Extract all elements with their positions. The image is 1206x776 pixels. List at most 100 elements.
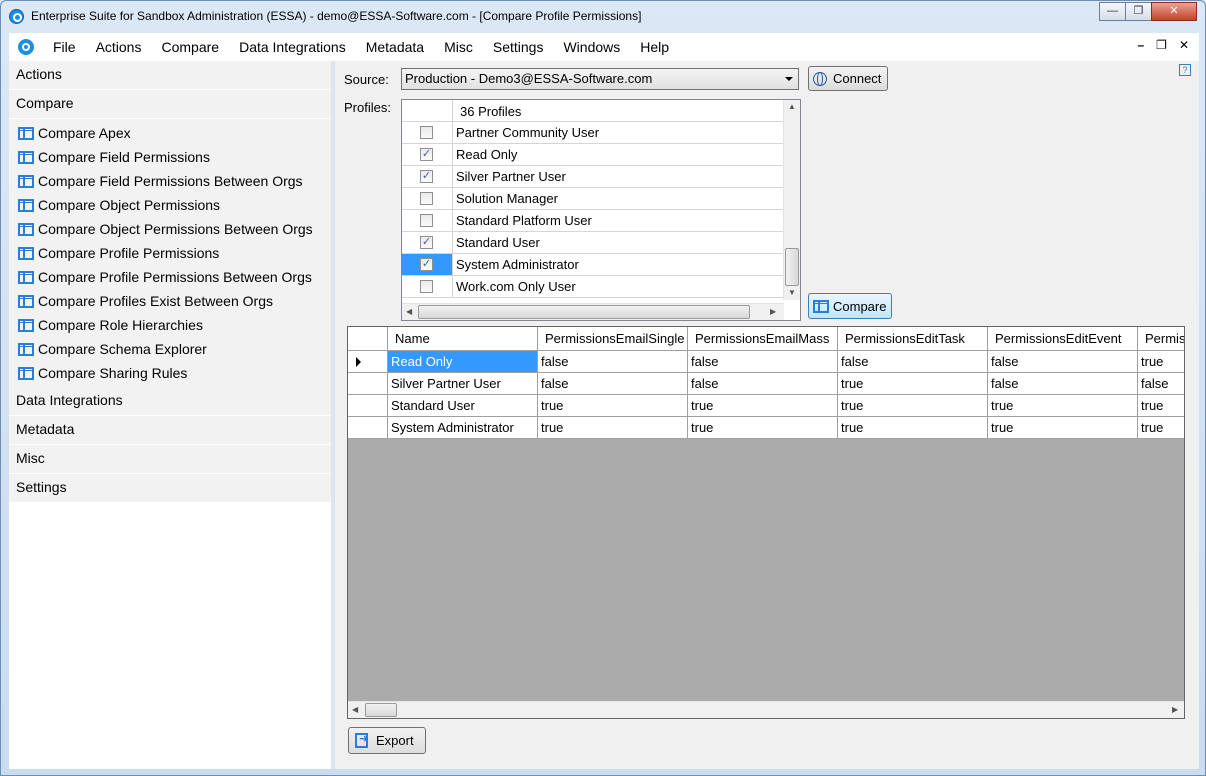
profiles-vertical-scrollbar[interactable]: ▲ ▼ [783, 100, 800, 300]
scrollbar-thumb[interactable] [365, 703, 397, 717]
sidebar-item-compare-sharing-rules[interactable]: Compare Sharing Rules [9, 361, 331, 385]
sidebar-item-compare-object-permissions[interactable]: Compare Object Permissions [9, 193, 331, 217]
compare-button[interactable]: Compare [808, 293, 892, 319]
menu-misc[interactable]: Misc [434, 39, 483, 55]
grid-cell[interactable]: false [688, 373, 838, 395]
sidebar-item-compare-profile-permissions-between-orgs[interactable]: Compare Profile Permissions Between Orgs [9, 265, 331, 289]
sidebar-section-data-integrations[interactable]: Data Integrations [9, 387, 331, 416]
mdi-restore-icon[interactable]: ❐ [1156, 38, 1167, 52]
results-horizontal-scrollbar[interactable]: ◀ ▶ [348, 701, 1184, 718]
scroll-left-icon[interactable]: ◀ [352, 705, 358, 714]
menu-actions[interactable]: Actions [86, 39, 152, 55]
grid-cell[interactable]: false [988, 351, 1138, 373]
sidebar-item-compare-field-permissions-between-orgs[interactable]: Compare Field Permissions Between Orgs [9, 169, 331, 193]
sidebar-section-metadata[interactable]: Metadata [9, 416, 331, 445]
grid-cell[interactable]: false [1138, 373, 1184, 395]
grid-cell[interactable]: true [538, 395, 688, 417]
profile-row[interactable]: Work.com Only User [402, 276, 784, 298]
scrollbar-thumb[interactable] [418, 305, 750, 319]
grid-cell[interactable]: true [1138, 395, 1184, 417]
profile-row[interactable]: Partner Community User [402, 122, 784, 144]
row-header[interactable] [348, 351, 388, 373]
column-header[interactable]: PermissionsEmailMass [688, 327, 838, 351]
profile-checkbox[interactable]: ✓ [420, 148, 433, 161]
sidebar-section-compare[interactable]: Compare [9, 90, 331, 119]
grid-cell[interactable]: true [688, 395, 838, 417]
sidebar-section-actions[interactable]: Actions [9, 61, 331, 90]
close-button[interactable]: ✕ [1151, 2, 1197, 21]
profile-checkbox[interactable] [420, 192, 433, 205]
scroll-down-icon[interactable]: ▼ [788, 288, 796, 297]
column-header[interactable]: Name [388, 327, 538, 351]
profile-row[interactable]: ✓ System Administrator [402, 254, 784, 276]
sidebar-item-compare-schema-explorer[interactable]: Compare Schema Explorer [9, 337, 331, 361]
grid-cell[interactable]: true [688, 417, 838, 439]
menu-windows[interactable]: Windows [553, 39, 630, 55]
grid-cell[interactable]: false [538, 373, 688, 395]
restore-button[interactable]: ❐ [1125, 2, 1152, 21]
column-header[interactable]: PermissionsEditTask [838, 327, 988, 351]
grid-cell[interactable]: true [838, 395, 988, 417]
app-menu-icon[interactable] [18, 39, 34, 55]
export-button[interactable]: Export [348, 727, 426, 754]
profile-row[interactable]: Solution Manager [402, 188, 784, 210]
minimize-button[interactable]: — [1099, 2, 1126, 21]
sidebar-section-misc[interactable]: Misc [9, 445, 331, 474]
profile-row[interactable]: ✓ Silver Partner User [402, 166, 784, 188]
mdi-minimize-icon[interactable]: – [1137, 38, 1144, 52]
sidebar-item-compare-role-hierarchies[interactable]: Compare Role Hierarchies [9, 313, 331, 337]
grid-cell[interactable]: true [1138, 417, 1184, 439]
profile-checkbox[interactable]: ✓ [420, 258, 433, 271]
menu-settings[interactable]: Settings [483, 39, 554, 55]
column-header[interactable]: PermissionsEditEvent [988, 327, 1138, 351]
sidebar-item-compare-object-permissions-between-orgs[interactable]: Compare Object Permissions Between Orgs [9, 217, 331, 241]
sidebar-item-compare-field-permissions[interactable]: Compare Field Permissions [9, 145, 331, 169]
sidebar-section-settings[interactable]: Settings [9, 474, 331, 503]
help-icon[interactable]: ? [1179, 64, 1191, 76]
menu-help[interactable]: Help [630, 39, 679, 55]
scroll-right-icon[interactable]: ▶ [1172, 705, 1178, 714]
menu-file[interactable]: File [43, 39, 86, 55]
grid-cell[interactable]: false [988, 373, 1138, 395]
column-header[interactable]: Permis [1138, 327, 1184, 351]
sidebar-item-compare-profiles-exist-between-orgs[interactable]: Compare Profiles Exist Between Orgs [9, 289, 331, 313]
scroll-left-icon[interactable]: ◀ [406, 307, 412, 316]
grid-cell[interactable]: true [1138, 351, 1184, 373]
mdi-close-icon[interactable]: ✕ [1179, 38, 1189, 52]
row-header[interactable] [348, 395, 388, 417]
profile-row[interactable]: Standard Platform User [402, 210, 784, 232]
profiles-horizontal-scrollbar[interactable]: ◀ ▶ [402, 303, 784, 320]
grid-cell[interactable]: false [838, 351, 988, 373]
grid-cell[interactable]: false [538, 351, 688, 373]
grid-cell[interactable]: System Administrator [388, 417, 538, 439]
title-bar[interactable]: Enterprise Suite for Sandbox Administrat… [1, 1, 1205, 31]
grid-cell[interactable]: false [688, 351, 838, 373]
menu-data-integrations[interactable]: Data Integrations [229, 39, 356, 55]
menu-metadata[interactable]: Metadata [356, 39, 434, 55]
profile-checkbox[interactable]: ✓ [420, 170, 433, 183]
grid-cell[interactable]: true [838, 417, 988, 439]
profile-row[interactable]: ✓ Read Only [402, 144, 784, 166]
menu-compare[interactable]: Compare [151, 39, 229, 55]
scroll-up-icon[interactable]: ▲ [788, 102, 796, 111]
profile-checkbox[interactable] [420, 280, 433, 293]
row-header[interactable] [348, 373, 388, 395]
profile-checkbox[interactable] [420, 214, 433, 227]
profile-row[interactable]: ✓ Standard User [402, 232, 784, 254]
connect-button[interactable]: Connect [808, 66, 888, 91]
profile-checkbox[interactable]: ✓ [420, 236, 433, 249]
grid-cell[interactable]: true [988, 395, 1138, 417]
scroll-right-icon[interactable]: ▶ [770, 307, 776, 316]
grid-cell[interactable]: true [838, 373, 988, 395]
profile-checkbox[interactable] [420, 126, 433, 139]
sidebar-item-compare-apex[interactable]: Compare Apex [9, 121, 331, 145]
source-select[interactable]: Production - Demo3@ESSA-Software.com [401, 68, 799, 90]
grid-cell[interactable]: Silver Partner User [388, 373, 538, 395]
column-header[interactable]: PermissionsEmailSingle [538, 327, 688, 351]
sidebar-item-compare-profile-permissions[interactable]: Compare Profile Permissions [9, 241, 331, 265]
scrollbar-thumb[interactable] [785, 248, 799, 286]
grid-cell[interactable]: Standard User [388, 395, 538, 417]
row-header[interactable] [348, 417, 388, 439]
grid-cell[interactable]: Read Only [388, 351, 538, 373]
grid-cell[interactable]: true [988, 417, 1138, 439]
